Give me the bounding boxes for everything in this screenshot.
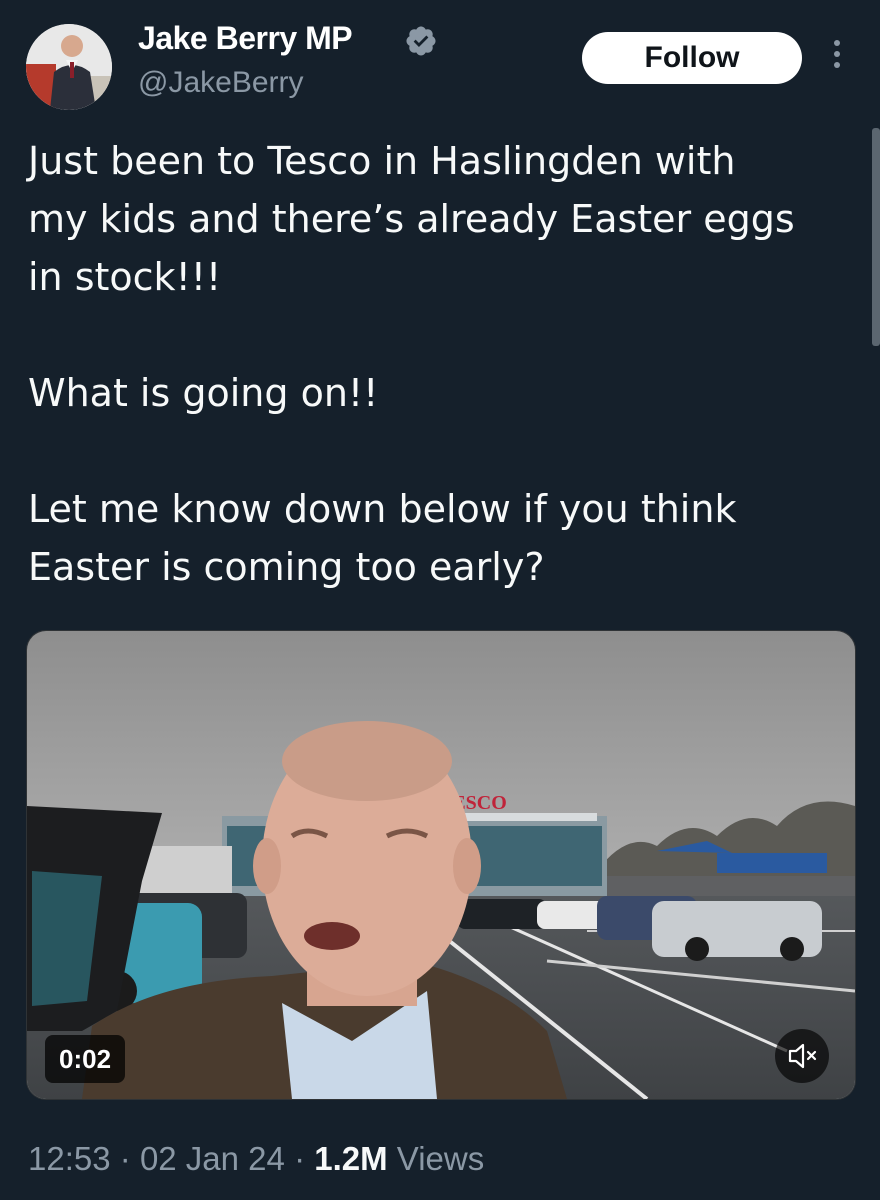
tweet-text-line: in stock!!! [28,255,222,299]
tweet-text: Just been to Tesco in Haslingden with my… [28,132,858,596]
speaker-muted-icon [788,1043,817,1069]
follow-button[interactable]: Follow [582,32,802,84]
tweet-date[interactable]: 02 Jan 24 [140,1140,285,1177]
views-label: Views [396,1140,485,1177]
meta-separator: · [294,1140,306,1177]
tweet-text-line: Just been to Tesco in Haslingden with [28,139,736,183]
tweet-text-line: my kids and there’s already Easter eggs [28,197,795,241]
tweet-time[interactable]: 12:53 [28,1140,111,1177]
video-timer: 0:02 [45,1035,126,1083]
tweet-metadata: 12:53 · 02 Jan 24 · 1.2M Views [28,1140,484,1178]
verified-badge-icon [406,26,436,56]
tweet-text-line: Let me know down below if you think [28,487,737,531]
avatar[interactable] [26,24,112,110]
more-options-icon[interactable] [830,40,844,76]
tweet-text-line: Easter is coming too early? [28,545,545,589]
scrollbar[interactable] [872,128,880,346]
mute-button[interactable] [775,1029,829,1083]
video-player[interactable]: TESCO 0:02 [26,630,856,1100]
profile-photo [26,24,112,110]
meta-separator: · [119,1140,131,1177]
username-handle[interactable]: @JakeBerry [138,66,304,100]
views-count[interactable]: 1.2M [314,1140,387,1177]
tweet-header: Jake Berry MP @JakeBerry Follow [0,0,880,130]
display-name[interactable]: Jake Berry MP [138,20,353,57]
video-frame: TESCO [27,631,855,1099]
tweet-text-line: What is going on!! [28,371,379,415]
